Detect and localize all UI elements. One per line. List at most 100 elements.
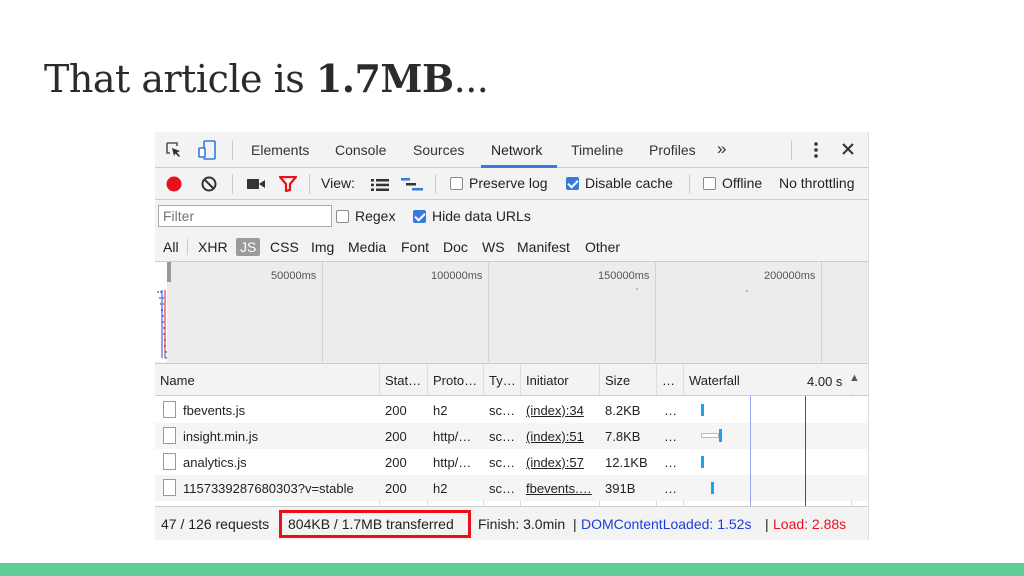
inspect-element-icon[interactable] (165, 141, 183, 162)
status-divider: | (573, 516, 577, 532)
row-time: … (664, 481, 677, 496)
row-initiator[interactable]: fbevents.… (526, 481, 592, 496)
slide-title-prefix: That article is (44, 57, 316, 101)
waterfall-bar (719, 429, 722, 442)
regex-box[interactable] (336, 210, 349, 223)
throttling-select[interactable]: No throttling (779, 175, 854, 191)
timeline-overview[interactable]: 50000ms 100000ms 150000ms 200000ms (155, 262, 868, 364)
type-js[interactable]: JS (236, 238, 261, 256)
sort-ascending-icon[interactable]: ▲ (849, 372, 860, 384)
tab-network[interactable]: Network (491, 142, 542, 158)
row-name: analytics.js (183, 455, 247, 470)
devtools-tabbar: Elements Console Sources Network Timelin… (155, 132, 868, 168)
tab-console[interactable]: Console (335, 142, 386, 158)
column-status[interactable]: Stat… (385, 373, 421, 388)
row-initiator[interactable]: (index):34 (526, 403, 584, 418)
row-type: sc… (489, 429, 515, 444)
file-icon (163, 427, 176, 444)
row-name: fbevents.js (183, 403, 246, 418)
type-font[interactable]: Font (401, 239, 429, 255)
type-xhr[interactable]: XHR (198, 239, 228, 255)
domcontentloaded-time: DOMContentLoaded: 1.52s (581, 516, 752, 532)
row-name: insight.min.js (183, 429, 259, 444)
table-row[interactable]: 1157339287680303?v=stable 200 h2 sc… fbe… (155, 475, 868, 501)
column-protocol[interactable]: Proto… (433, 373, 477, 388)
filter-icon[interactable] (278, 175, 298, 195)
type-doc[interactable]: Doc (443, 239, 468, 255)
slide-title: That article is 1.7MB... (44, 56, 489, 101)
column-type[interactable]: Ty… (489, 373, 516, 388)
regex-label: Regex (355, 208, 396, 224)
requests-count: 47 / 126 requests (161, 516, 270, 532)
overview-tick-50000: 50000ms (271, 270, 317, 282)
offline-checkbox[interactable]: Offline (703, 175, 762, 191)
request-table-header: Name Stat… Proto… Ty… Initiator Size … W… (155, 364, 868, 396)
row-time: … (664, 403, 677, 418)
type-manifest[interactable]: Manifest (517, 239, 570, 255)
device-toolbar-icon[interactable] (198, 140, 216, 163)
row-type: sc… (489, 481, 515, 496)
row-size: 391B (605, 481, 636, 496)
row-protocol: h2 (433, 481, 448, 496)
row-type: sc… (489, 455, 515, 470)
offline-box[interactable] (703, 177, 716, 190)
finish-time: Finish: 3.0min (478, 516, 566, 532)
waterfall-wait-bar (701, 433, 719, 438)
row-protocol: http/… (433, 429, 472, 444)
tab-sources[interactable]: Sources (413, 142, 464, 158)
row-protocol: h2 (433, 403, 448, 418)
column-size[interactable]: Size (605, 373, 630, 388)
row-name: 1157339287680303?v=stable (183, 481, 354, 496)
column-initiator[interactable]: Initiator (526, 373, 569, 388)
column-name[interactable]: Name (160, 373, 195, 388)
more-tabs-chevron-icon[interactable]: » (717, 139, 726, 159)
kebab-menu-icon[interactable] (813, 141, 819, 162)
row-size: 12.1KB (605, 455, 648, 470)
disable-cache-checkbox[interactable]: Disable cache (566, 175, 673, 191)
clear-icon[interactable] (201, 176, 217, 195)
table-row[interactable]: analytics.js 200 http/… sc… (index):57 1… (155, 449, 868, 475)
hide-data-urls-checkbox[interactable]: Hide data URLs (413, 208, 531, 224)
disable-cache-box[interactable] (566, 177, 579, 190)
row-initiator[interactable]: (index):57 (526, 455, 584, 470)
type-all[interactable]: All (163, 239, 179, 255)
slide-title-suffix: ... (453, 57, 489, 101)
type-css[interactable]: CSS (270, 239, 299, 255)
tab-elements[interactable]: Elements (251, 142, 309, 158)
capture-screenshots-icon[interactable] (247, 177, 265, 194)
type-media[interactable]: Media (348, 239, 386, 255)
transferred-highlight-box (279, 510, 471, 538)
type-img[interactable]: Img (311, 239, 334, 255)
file-icon (163, 401, 176, 418)
column-waterfall[interactable]: Waterfall (689, 373, 740, 388)
regex-checkbox[interactable]: Regex (336, 208, 395, 224)
view-label: View: (321, 175, 355, 191)
devtools-panel: Elements Console Sources Network Timelin… (155, 132, 869, 540)
large-rows-icon[interactable] (371, 178, 389, 194)
overview-drag-handle[interactable] (167, 262, 171, 282)
row-initiator[interactable]: (index):51 (526, 429, 584, 444)
overview-waterfall-icon[interactable] (401, 178, 423, 195)
table-row[interactable]: fbevents.js 200 h2 sc… (index):34 8.2KB … (155, 397, 868, 423)
disable-cache-label: Disable cache (585, 175, 673, 191)
close-icon[interactable] (841, 142, 855, 159)
filter-input[interactable] (158, 205, 332, 227)
table-row[interactable]: insight.min.js 200 http/… sc… (index):51… (155, 423, 868, 449)
file-icon (163, 479, 176, 496)
column-time[interactable]: … (662, 373, 675, 388)
type-ws[interactable]: WS (482, 239, 505, 255)
hide-data-urls-box[interactable] (413, 210, 426, 223)
waterfall-bar (701, 404, 704, 416)
preserve-log-box[interactable] (450, 177, 463, 190)
tab-timeline[interactable]: Timeline (571, 142, 623, 158)
resource-type-bar: All XHR JS CSS Img Media Font Doc WS Man… (155, 232, 868, 262)
row-type: sc… (489, 403, 515, 418)
type-other[interactable]: Other (585, 239, 620, 255)
row-status: 200 (385, 403, 407, 418)
tab-profiles[interactable]: Profiles (649, 142, 696, 158)
overview-request-marks (157, 290, 167, 359)
overview-tick-150000: 150000ms (598, 270, 650, 282)
row-size: 8.2KB (605, 403, 641, 418)
preserve-log-checkbox[interactable]: Preserve log (450, 175, 548, 191)
record-icon[interactable] (166, 176, 182, 195)
